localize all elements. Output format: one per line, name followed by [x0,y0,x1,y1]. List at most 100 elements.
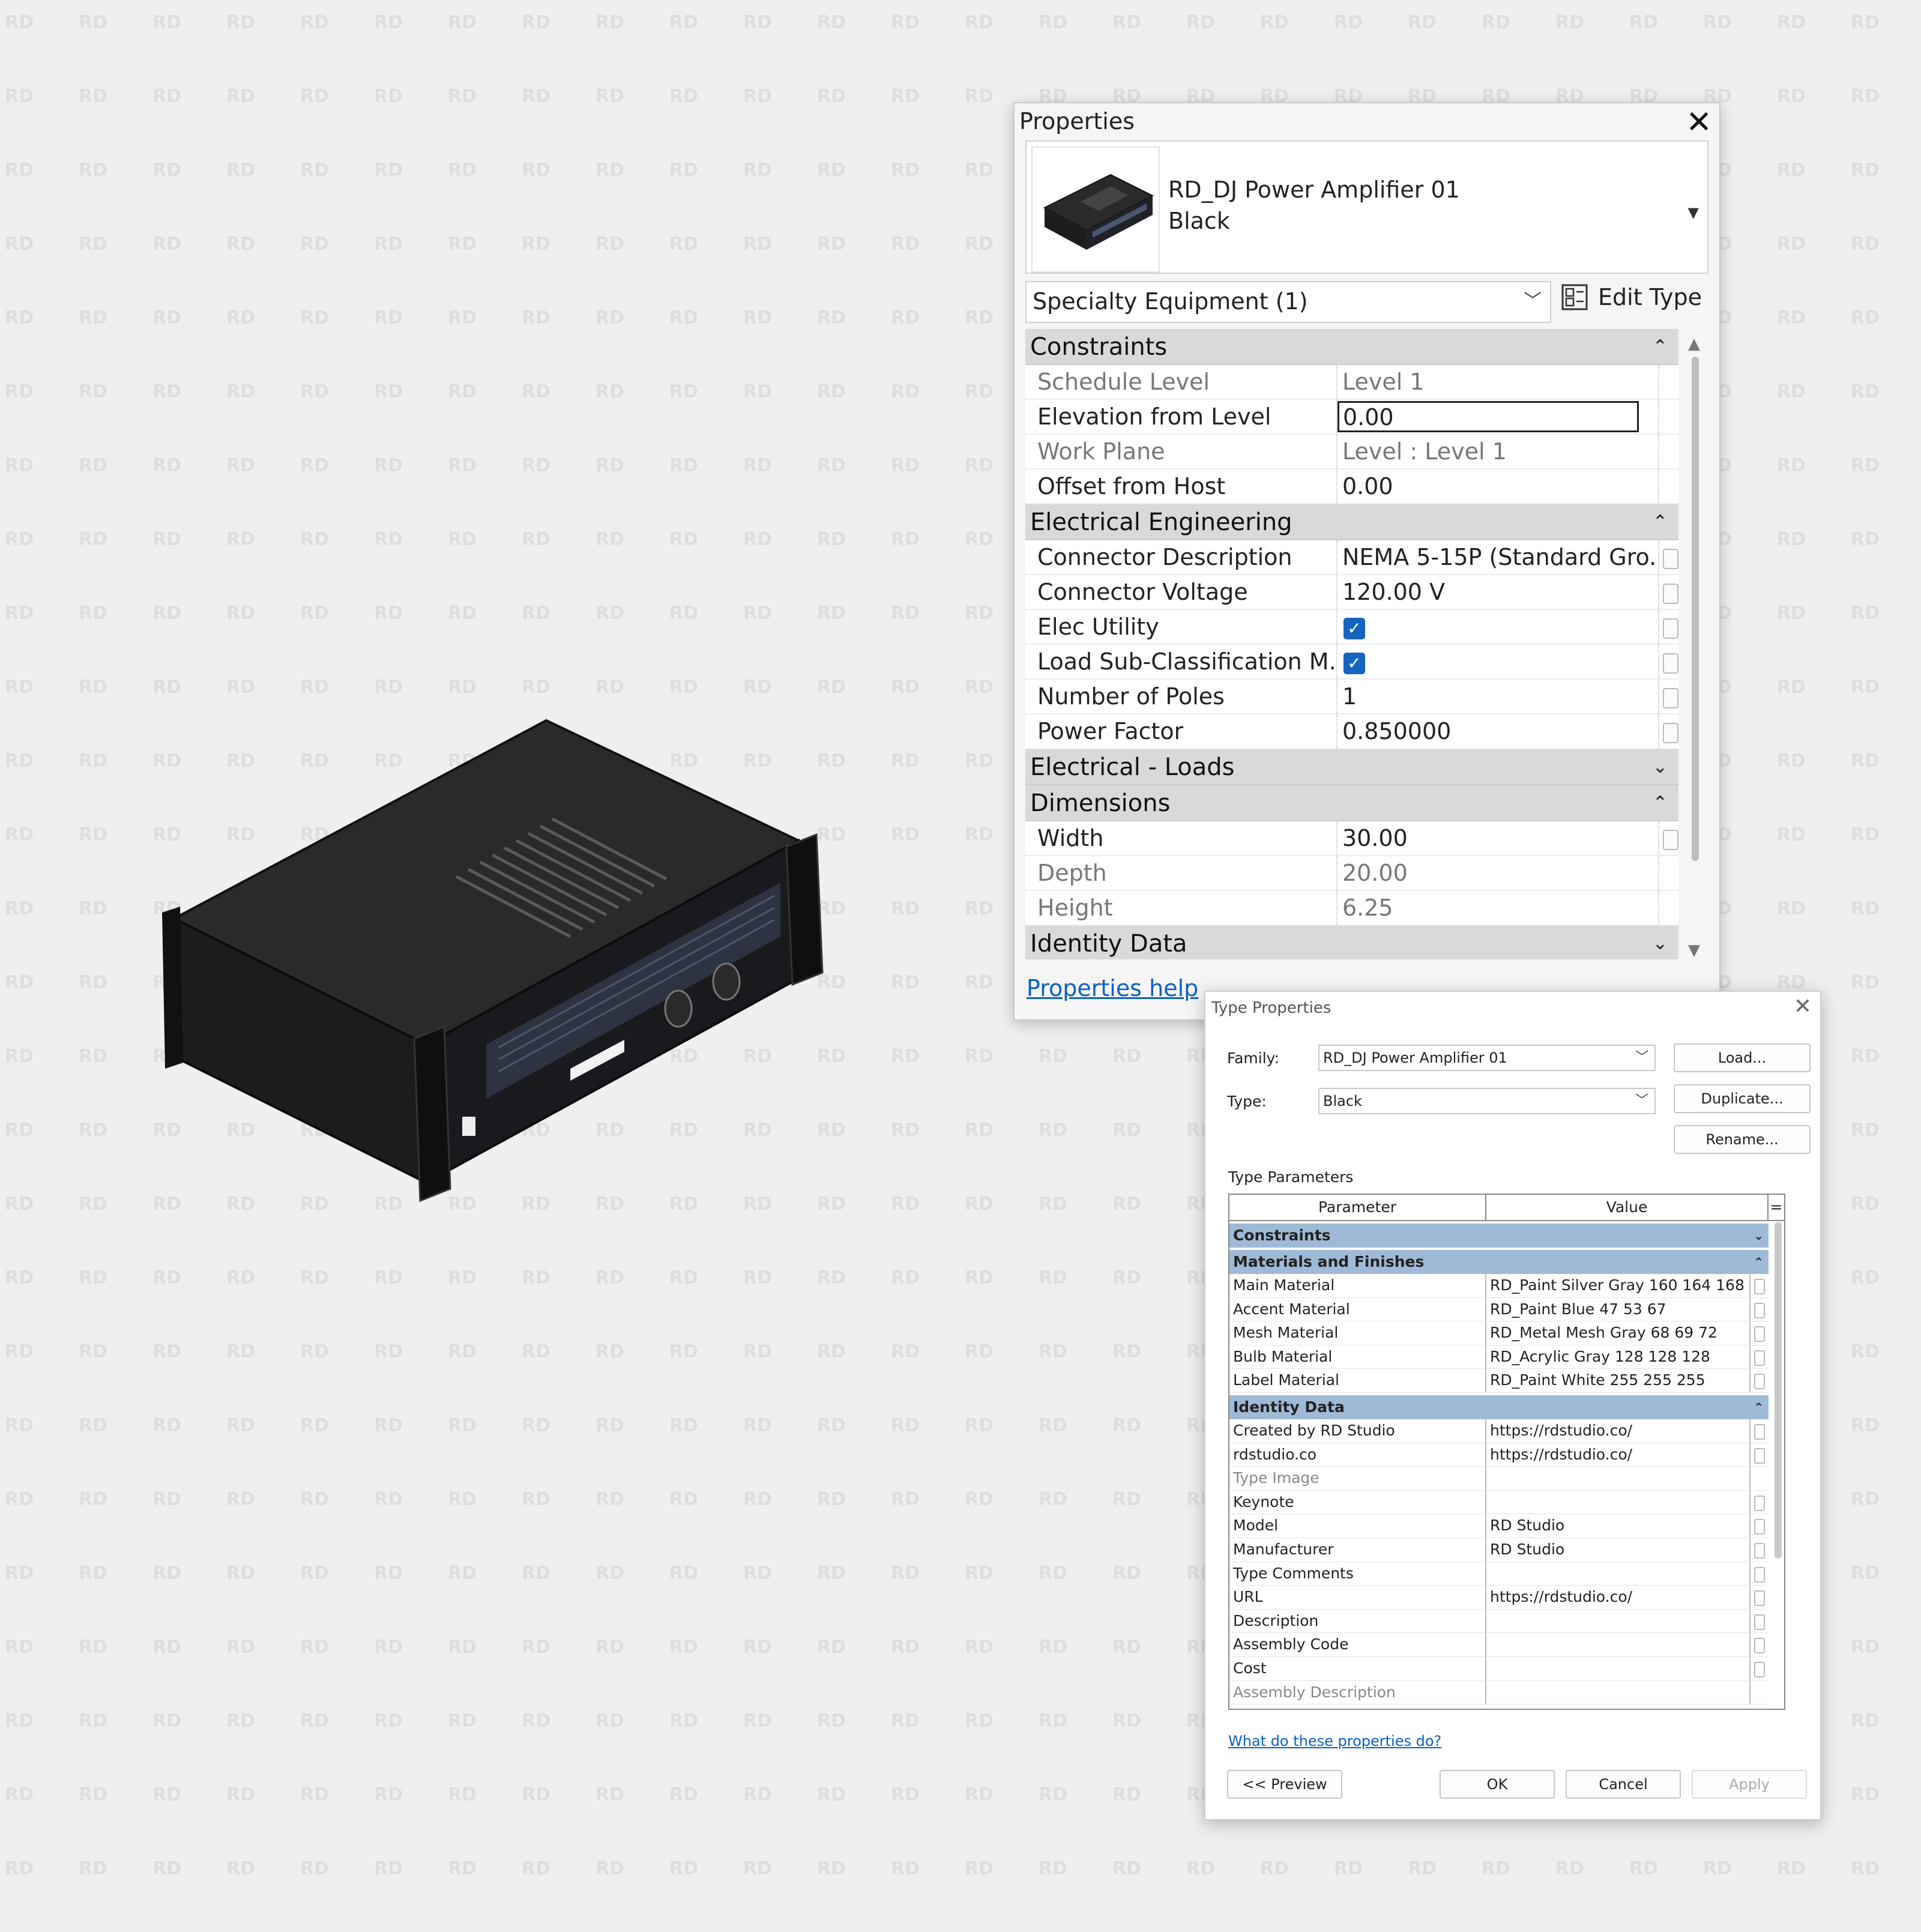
chevron-down-icon[interactable]: ▼ [1688,204,1699,221]
parameter-value[interactable] [1486,1633,1749,1656]
section-header[interactable]: Dimensions ⌃ [1025,785,1678,821]
double-chevron-up-icon[interactable]: ⌃ [1653,329,1668,365]
associate-parameter-button[interactable] [1749,1586,1769,1609]
parameter-value[interactable]: https://rdstudio.co/ [1486,1419,1749,1443]
properties-scrollbar[interactable]: ▲ ▼ [1684,335,1708,959]
property-checkbox[interactable]: ✓ [1337,610,1658,644]
associate-parameter-button[interactable] [1658,856,1678,890]
associate-parameter-button[interactable] [1749,1419,1769,1443]
column-header-value[interactable]: Value [1486,1195,1769,1220]
scroll-up-icon[interactable]: ▲ [1688,335,1700,353]
property-value-input[interactable]: 0.00 [1337,400,1658,433]
associate-parameter-button[interactable] [1749,1562,1769,1586]
associate-parameter-button[interactable] [1749,1680,1769,1704]
associate-parameter-button[interactable] [1749,1297,1769,1321]
column-header-parameter[interactable]: Parameter [1229,1195,1486,1220]
parameter-value[interactable]: https://rdstudio.co/ [1486,1586,1749,1609]
property-value[interactable]: 120.00 V [1337,575,1658,609]
what-do-these-properties-do-link[interactable]: What do these properties do? [1228,1733,1441,1749]
apply-button[interactable]: Apply [1692,1770,1807,1799]
associate-parameter-button[interactable] [1749,1274,1769,1297]
parameter-value[interactable]: RD_Metal Mesh Gray 68 69 72 [1486,1321,1749,1345]
parameter-value[interactable]: RD_Acrylic Gray 128 128 128 [1486,1345,1749,1369]
double-chevron-down-icon[interactable]: ⌄ [1653,749,1668,785]
associate-parameter-button[interactable] [1658,575,1678,609]
associate-parameter-button[interactable] [1658,680,1678,713]
associate-parameter-button[interactable] [1749,1656,1769,1680]
edit-type-button[interactable]: Edit Type [1561,283,1702,311]
parameter-value[interactable] [1486,1491,1749,1514]
watermark-text: RD [596,1341,625,1362]
property-value[interactable]: 1 [1337,680,1658,713]
property-value[interactable]: 0.850000 [1337,714,1658,748]
associate-parameter-button[interactable] [1658,891,1678,925]
associate-parameter-button[interactable] [1749,1538,1769,1562]
double-chevron-up-icon[interactable]: ⌃ [1653,504,1668,540]
property-value[interactable]: 0.00 [1337,469,1658,503]
parameter-group-header[interactable]: Identity Data ⌃ [1229,1395,1769,1419]
double-chevron-up-icon[interactable]: ⌃ [1754,1395,1764,1419]
elevation-input[interactable]: 0.00 [1337,401,1639,432]
scrollbar-thumb[interactable] [1692,357,1699,861]
associate-parameter-button[interactable] [1658,821,1678,855]
preview-button[interactable]: << Preview [1227,1770,1342,1799]
associate-parameter-button[interactable] [1749,1345,1769,1369]
associate-parameter-button[interactable] [1749,1514,1769,1538]
associate-parameter-button[interactable] [1749,1633,1769,1656]
cancel-button[interactable]: Cancel [1566,1770,1681,1799]
property-value[interactable]: NEMA 5-15P (Standard Gro... [1337,540,1658,574]
associate-parameter-button[interactable] [1658,610,1678,644]
property-row: Load Sub-Classification M... ✓ [1025,645,1678,680]
double-chevron-up-icon[interactable]: ⌃ [1653,785,1668,821]
associate-parameter-button[interactable] [1749,1490,1769,1514]
parameter-group-header[interactable]: Constraints ⌄ [1229,1224,1769,1248]
duplicate-button[interactable]: Duplicate... [1674,1084,1811,1113]
property-checkbox[interactable]: ✓ [1337,645,1658,678]
associate-parameter-button[interactable] [1749,1443,1769,1467]
scroll-down-icon[interactable]: ▼ [1688,941,1700,959]
type-selector[interactable]: RD_DJ Power Amplifier 01 Black ▼ [1025,140,1708,274]
parameter-value[interactable] [1486,1657,1749,1680]
associate-parameter-button[interactable] [1658,435,1678,468]
parameter-value[interactable]: RD_Paint Silver Gray 160 164 168 [1486,1274,1749,1297]
double-chevron-down-icon[interactable]: ⌄ [1653,926,1668,959]
parameter-value[interactable]: RD_Paint White 255 255 255 [1486,1369,1749,1392]
double-chevron-down-icon[interactable]: ⌄ [1754,1224,1764,1248]
associate-parameter-button[interactable] [1658,540,1678,574]
close-icon[interactable]: ✕ [1686,104,1712,140]
checkbox-checked-icon[interactable]: ✓ [1343,652,1365,674]
parameter-value[interactable]: RD Studio [1486,1514,1749,1538]
category-filter-dropdown[interactable]: Specialty Equipment (1) ﹀ [1025,281,1551,323]
close-icon[interactable]: ✕ [1794,994,1812,1019]
load-button[interactable]: Load... [1674,1043,1811,1072]
checkbox-checked-icon[interactable]: ✓ [1343,617,1365,639]
parameter-value[interactable]: RD_Paint Blue 47 53 67 [1486,1298,1749,1321]
associate-parameter-button[interactable] [1658,469,1678,503]
property-value[interactable]: 30.00 [1337,821,1658,855]
family-dropdown[interactable]: RD_DJ Power Amplifier 01 ﹀ [1318,1045,1656,1071]
double-chevron-up-icon[interactable]: ⌃ [1754,1250,1764,1274]
ok-button[interactable]: OK [1440,1770,1555,1799]
section-header[interactable]: Electrical Engineering ⌃ [1025,504,1678,540]
type-dropdown[interactable]: Black ﹀ [1318,1088,1656,1114]
parameter-value[interactable] [1486,1610,1749,1633]
parameter-value[interactable]: https://rdstudio.co/ [1486,1443,1749,1467]
section-header[interactable]: Constraints ⌃ [1025,329,1678,365]
rename-button[interactable]: Rename... [1674,1125,1811,1154]
associate-parameter-button[interactable] [1749,1369,1769,1392]
associate-parameter-button[interactable] [1749,1467,1769,1490]
section-header[interactable]: Electrical - Loads ⌄ [1025,749,1678,785]
associate-parameter-button[interactable] [1749,1321,1769,1345]
associate-parameter-button[interactable] [1658,365,1678,399]
associate-parameter-button[interactable] [1658,714,1678,748]
parameter-value[interactable]: RD Studio [1486,1538,1749,1562]
parameter-group-header[interactable]: Materials and Finishes ⌃ [1229,1250,1769,1274]
section-header[interactable]: Identity Data ⌄ [1025,926,1678,959]
associate-parameter-button[interactable] [1658,645,1678,678]
watermark-text: RD [374,1710,403,1731]
parameter-value[interactable] [1486,1562,1749,1586]
associate-parameter-button[interactable] [1749,1609,1769,1633]
associate-parameter-button[interactable] [1658,400,1678,433]
properties-help-link[interactable]: Properties help [1027,975,1198,1001]
table-scrollbar[interactable] [1775,1222,1782,1559]
